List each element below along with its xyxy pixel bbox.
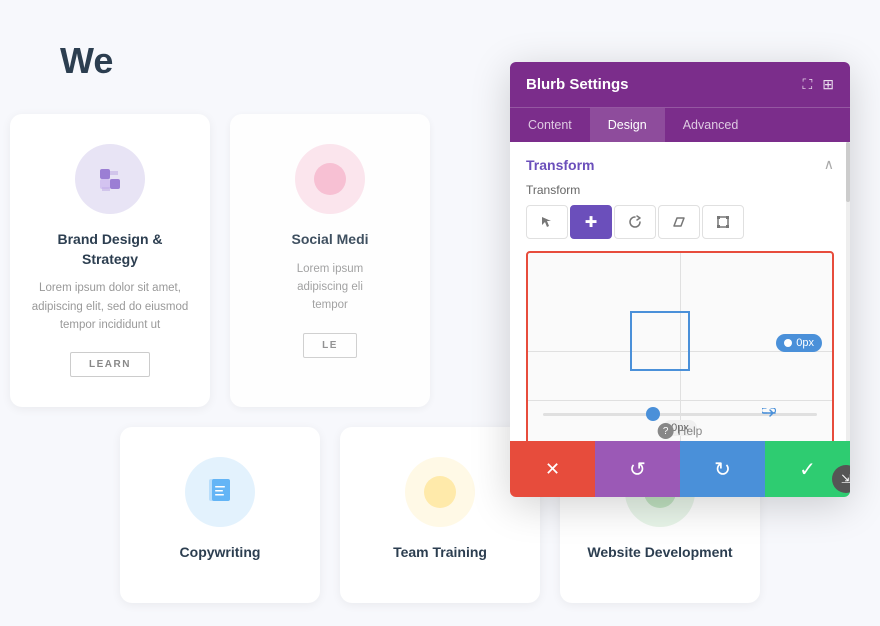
canvas-transform-square [630,311,690,371]
panel-header-icons: ⛶ ⊞ [802,76,834,93]
tab-advanced[interactable]: Advanced [665,108,757,142]
transform-canvas[interactable]: 0px 0px [526,251,834,451]
card-icon-team [405,457,475,527]
columns-icon[interactable]: ⊞ [822,76,834,93]
tool-rotate[interactable] [614,205,656,239]
page-title: We [0,40,113,82]
card-btn-brand[interactable]: LEARN [70,352,150,377]
transform-collapse-icon[interactable]: ∧ [824,156,834,173]
tab-design[interactable]: Design [590,108,665,142]
tool-move[interactable]: ✚ [570,205,612,239]
card-btn-social[interactable]: LE [303,333,357,358]
panel-header: Blurb Settings ⛶ ⊞ [510,62,850,107]
right-value-bubble: 0px [776,334,822,352]
card-title-team: Team Training [360,543,520,563]
tool-skew[interactable] [658,205,700,239]
card-title-copy: Copywriting [140,543,300,563]
card-icon-copy [185,457,255,527]
value-dot [784,339,792,347]
link-icon [762,407,776,421]
tool-arrow[interactable] [526,205,568,239]
reset-button[interactable]: ↺ [595,441,680,497]
slider-thumb[interactable] [646,407,660,421]
tab-content[interactable]: Content [510,108,590,142]
tool-scale[interactable] [702,205,744,239]
panel-body: Transform ∧ Transform ✚ [510,142,850,497]
card-text-brand: Lorem ipsum dolor sit amet, adipiscing e… [30,279,190,334]
action-bar: ✕ ↺ ↻ ✓ [510,441,850,497]
refresh-button[interactable]: ↻ [680,441,765,497]
transform-section-header: Transform ∧ [510,142,850,183]
panel-scrollbar-thumb [846,142,850,202]
help-circle-icon: ? [658,423,674,439]
card-icon-social [295,144,365,214]
panel-scrollbar[interactable] [846,142,850,441]
panel-tabs: Content Design Advanced [510,107,850,142]
help-hint[interactable]: ? Help [658,423,703,439]
card-social-media: Social Medi Lorem ipsumadipiscing elitem… [230,114,430,407]
panel-title: Blurb Settings [526,76,629,93]
card-copywriting: Copywriting [120,427,320,603]
slider-track[interactable] [543,413,817,416]
transform-section-title: Transform [526,157,594,173]
cancel-button[interactable]: ✕ [510,441,595,497]
card-brand-design: Brand Design & Strategy Lorem ipsum dolo… [10,114,210,407]
blurb-settings-panel: Blurb Settings ⛶ ⊞ Content Design Advanc… [510,62,850,497]
card-text-social: Lorem ipsumadipiscing elitempor [250,260,410,315]
fullscreen-icon[interactable]: ⛶ [802,76,812,93]
card-title-brand: Brand Design & Strategy [30,230,190,269]
card-icon-brand [75,144,145,214]
transform-label: Transform [510,183,850,205]
card-title-social: Social Medi [250,230,410,250]
transform-tool-row: ✚ [510,205,850,251]
card-title-web: Website Development [580,543,740,563]
